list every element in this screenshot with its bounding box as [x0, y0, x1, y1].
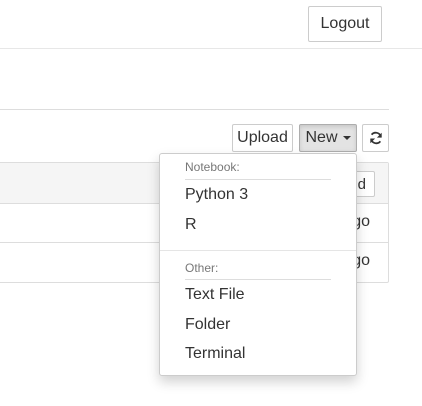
menu-divider [160, 250, 356, 251]
refresh-icon [369, 131, 382, 145]
tab-divider [0, 109, 389, 110]
new-dropdown-menu: Notebook: Python 3 R Other: Text File Fo… [159, 153, 357, 376]
menu-item-text-file[interactable]: Text File [160, 280, 356, 310]
menu-item-terminal[interactable]: Terminal [160, 339, 356, 369]
menu-item-folder[interactable]: Folder [160, 310, 356, 340]
header-divider [0, 48, 422, 49]
upload-button[interactable]: Upload [232, 124, 293, 152]
new-dropdown-button[interactable]: New [299, 124, 357, 152]
logout-button[interactable]: Logout [308, 6, 382, 42]
new-button-label: New [305, 129, 338, 146]
menu-item-python3[interactable]: Python 3 [160, 180, 356, 210]
menu-item-r[interactable]: R [160, 210, 356, 240]
notebook-section-header: Notebook: [185, 160, 240, 174]
refresh-button[interactable] [362, 124, 389, 152]
caret-down-icon [342, 136, 351, 140]
other-section-header: Other: [185, 261, 219, 275]
